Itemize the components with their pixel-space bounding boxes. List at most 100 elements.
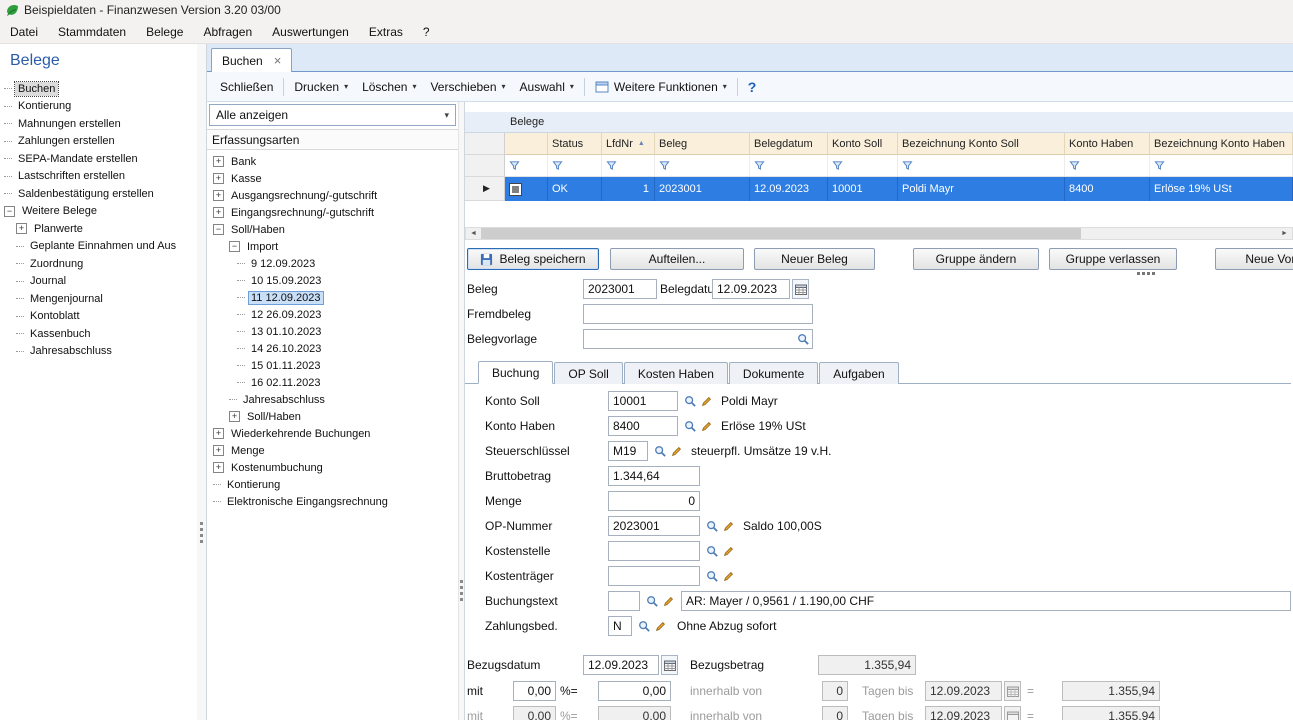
kostenstelle-lookup-button[interactable] [703,541,720,561]
tree-item-elektronische-eingangsrechnung[interactable]: Elektronische Eingangsrechnung [207,493,458,510]
kostentraeger-edit-button[interactable] [720,566,737,586]
panel-splitter[interactable] [458,102,465,720]
sidebar-item-kontierung[interactable]: Kontierung [0,98,197,116]
gruppe-verlassen-button[interactable]: Gruppe verlassen [1049,248,1177,270]
menu-auswertungen[interactable]: Auswertungen [262,21,359,43]
aufteilen-button[interactable]: Aufteilen... [610,248,744,270]
menu-belege[interactable]: Belege [136,21,193,43]
steuerschluessel-edit-button[interactable] [668,441,685,461]
menge-input[interactable]: 0 [608,491,700,511]
collapse-minus-icon[interactable]: − [213,224,224,235]
column-header-beleg[interactable]: Beleg [655,133,750,155]
filter-cell-status[interactable] [548,155,602,177]
row-checkbox[interactable] [509,183,522,196]
steuerschluessel-lookup-button[interactable] [651,441,668,461]
weitere-funktionen-button[interactable]: Weitere Funktionen▾ [588,76,734,98]
steuerschluessel-input[interactable]: M19 [608,441,648,461]
sidebar-item-buchen[interactable]: Buchen [0,80,197,98]
tab-dokumente[interactable]: Dokumente [729,362,818,384]
collapse-minus-icon[interactable]: − [4,206,15,217]
loeschen-button[interactable]: Löschen▾ [355,76,423,98]
sidebar-item-mengenjournal[interactable]: Mengenjournal [0,290,197,308]
sidebar-item-weitere-belege[interactable]: −Weitere Belege [0,203,197,221]
tree-item-kasse[interactable]: +Kasse [207,170,458,187]
sidebar-item-mahnungen-erstellen[interactable]: Mahnungen erstellen [0,115,197,133]
fremdbeleg-input[interactable] [583,304,813,324]
buchungstext-input[interactable]: AR: Mayer / 0,9561 / 1.190,00 CHF [681,591,1291,611]
filter-cell-beleg[interactable] [655,155,750,177]
tree-item-ausgangsrechnung[interactable]: +Ausgangsrechnung/-gutschrift [207,187,458,204]
belegdatum-input[interactable]: 12.09.2023 [712,279,790,299]
kostentraeger-input[interactable] [608,566,700,586]
tree-item-beleg-13[interactable]: 13 01.10.2023 [207,323,458,340]
sidebar-item-sepa-mandate-erstellen[interactable]: SEPA-Mandate erstellen [0,150,197,168]
neue-vorlage-button[interactable]: Neue Vorla [1215,248,1293,270]
tree-item-jahresabschluss[interactable]: Jahresabschluss [207,391,458,408]
tree-item-import[interactable]: −Import [207,238,458,255]
bruttobetrag-input[interactable]: 1.344,64 [608,466,700,486]
expand-plus-icon[interactable]: + [229,411,240,422]
tree-item-beleg-10[interactable]: 10 15.09.2023 [207,272,458,289]
sidebar-item-kassenbuch[interactable]: Kassenbuch [0,325,197,343]
scroll-left-button[interactable]: ◄ [466,228,481,239]
drucken-button[interactable]: Drucken▾ [287,76,355,98]
op-nummer-input[interactable]: 2023001 [608,516,700,536]
expand-plus-icon[interactable]: + [213,445,224,456]
konto-haben-lookup-button[interactable] [681,416,698,436]
tab-aufgaben[interactable]: Aufgaben [819,362,898,384]
filter-cell-konto-soll[interactable] [828,155,898,177]
column-header-bezeichnung-konto-haben[interactable]: Bezeichnung Konto Haben [1150,133,1293,155]
gruppe-aendern-button[interactable]: Gruppe ändern [913,248,1039,270]
sidebar-item-kontoblatt[interactable]: Kontoblatt [0,308,197,326]
scroll-right-button[interactable]: ► [1277,228,1292,239]
tree-item-kostenumbuchung[interactable]: +Kostenumbuchung [207,459,458,476]
button-overflow-grip[interactable] [1137,272,1140,275]
scrollbar-thumb[interactable] [481,228,1081,239]
zahlungsbedingung-input[interactable]: N [608,616,632,636]
menu-extras[interactable]: Extras [359,21,413,43]
filter-cell-checkbox[interactable] [505,155,548,177]
menu-hilfe[interactable]: ? [413,21,440,43]
zahlungsbedingung-lookup-button[interactable] [635,616,652,636]
column-header-bezeichnung-konto-soll[interactable]: Bezeichnung Konto Soll [898,133,1065,155]
column-header-lfdnr[interactable]: LfdNr▲ [602,133,655,155]
zahlungsbedingung-edit-button[interactable] [652,616,669,636]
tree-item-beleg-12[interactable]: 12 26.09.2023 [207,306,458,323]
collapse-minus-icon[interactable]: − [229,241,240,252]
tree-item-beleg-16[interactable]: 16 02.11.2023 [207,374,458,391]
filter-cell-bezeichnung-konto-haben[interactable] [1150,155,1293,177]
expand-plus-icon[interactable]: + [213,156,224,167]
expand-plus-icon[interactable]: + [213,173,224,184]
konto-haben-edit-button[interactable] [698,416,715,436]
column-header-konto-soll[interactable]: Konto Soll [828,133,898,155]
auswahl-button[interactable]: Auswahl▾ [513,76,581,98]
tab-op-soll[interactable]: OP Soll [554,362,622,384]
grid-horizontal-scrollbar[interactable]: ◄ ► [465,227,1293,240]
bezugsdatum-input[interactable]: 12.09.2023 [583,655,659,675]
beleg-speichern-button[interactable]: Beleg speichern [467,248,599,270]
kostenstelle-edit-button[interactable] [720,541,737,561]
tree-item-soll-haben[interactable]: −Soll/Haben [207,221,458,238]
tab-buchen[interactable]: Buchen × [211,48,292,72]
sidebar-item-journal[interactable]: Journal [0,273,197,291]
expand-plus-icon[interactable]: + [213,207,224,218]
sidebar-splitter[interactable] [197,44,207,720]
tree-item-eingangsrechnung[interactable]: +Eingangsrechnung/-gutschrift [207,204,458,221]
belegvorlage-lookup-button[interactable] [794,329,811,349]
filter-cell-lfdnr[interactable] [602,155,655,177]
column-header-status[interactable]: Status [548,133,602,155]
bezugsdatum-calendar-button[interactable] [661,655,678,675]
sidebar-item-geplante-einnahmen[interactable]: Geplante Einnahmen und Aus [0,238,197,256]
tree-item-soll-haben-2[interactable]: +Soll/Haben [207,408,458,425]
expand-plus-icon[interactable]: + [213,428,224,439]
expand-plus-icon[interactable]: + [213,462,224,473]
op-nummer-edit-button[interactable] [720,516,737,536]
sidebar-item-zahlungen-erstellen[interactable]: Zahlungen erstellen [0,133,197,151]
op-nummer-lookup-button[interactable] [703,516,720,536]
skonto-prozent-input[interactable]: 0,00 [513,681,556,701]
tree-item-menge[interactable]: +Menge [207,442,458,459]
sidebar-item-jahresabschluss[interactable]: Jahresabschluss [0,343,197,361]
expand-plus-icon[interactable]: + [16,223,27,234]
konto-soll-edit-button[interactable] [698,391,715,411]
beleg-input[interactable]: 2023001 [583,279,657,299]
